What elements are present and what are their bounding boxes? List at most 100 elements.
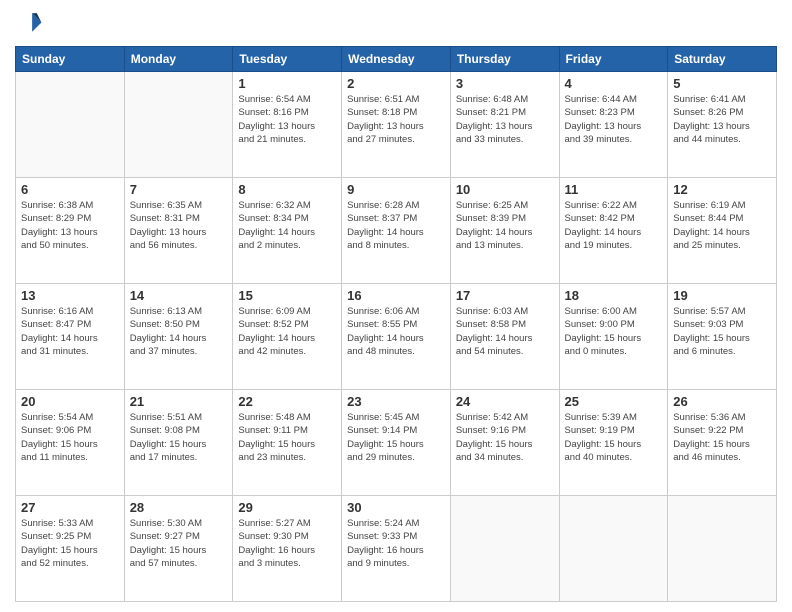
- day-info: Sunrise: 6:54 AM Sunset: 8:16 PM Dayligh…: [238, 93, 336, 146]
- week-row-2: 6Sunrise: 6:38 AM Sunset: 8:29 PM Daylig…: [16, 178, 777, 284]
- day-info: Sunrise: 6:41 AM Sunset: 8:26 PM Dayligh…: [673, 93, 771, 146]
- day-info: Sunrise: 6:16 AM Sunset: 8:47 PM Dayligh…: [21, 305, 119, 358]
- day-info: Sunrise: 6:51 AM Sunset: 8:18 PM Dayligh…: [347, 93, 445, 146]
- day-number: 23: [347, 394, 445, 409]
- page: SundayMondayTuesdayWednesdayThursdayFrid…: [0, 0, 792, 612]
- day-number: 28: [130, 500, 228, 515]
- day-number: 27: [21, 500, 119, 515]
- calendar-cell: 5 Sunrise: 6:41 AM Sunset: 8:26 PM Daylig…: [668, 72, 777, 178]
- day-number: 4: [565, 76, 663, 91]
- day-header-thursday: Thursday: [450, 47, 559, 72]
- calendar-cell: 23 Sunrise: 5:45 AM Sunset: 9:14 PM Dayli…: [342, 390, 451, 496]
- calendar-cell: 30 Sunrise: 5:24 AM Sunset: 9:33 PM Dayli…: [342, 496, 451, 602]
- day-number: 6: [21, 182, 119, 197]
- day-number: 8: [238, 182, 336, 197]
- calendar-cell: 12 Sunrise: 6:19 AM Sunset: 8:44 PM Dayli…: [668, 178, 777, 284]
- day-info: Sunrise: 5:48 AM Sunset: 9:11 PM Dayligh…: [238, 411, 336, 464]
- logo: [15, 10, 47, 38]
- day-info: Sunrise: 6:06 AM Sunset: 8:55 PM Dayligh…: [347, 305, 445, 358]
- day-number: 21: [130, 394, 228, 409]
- calendar-cell: 17 Sunrise: 6:03 AM Sunset: 8:58 PM Dayli…: [450, 284, 559, 390]
- day-info: Sunrise: 5:33 AM Sunset: 9:25 PM Dayligh…: [21, 517, 119, 570]
- calendar-cell: 28 Sunrise: 5:30 AM Sunset: 9:27 PM Dayli…: [124, 496, 233, 602]
- day-number: 13: [21, 288, 119, 303]
- calendar-cell: 10Sunrise: 6:25 AM Sunset: 8:39 PM Dayli…: [450, 178, 559, 284]
- day-number: 9: [347, 182, 445, 197]
- calendar-cell: 15 Sunrise: 6:09 AM Sunset: 8:52 PM Dayli…: [233, 284, 342, 390]
- day-info: Sunrise: 6:19 AM Sunset: 8:44 PM Dayligh…: [673, 199, 771, 252]
- day-header-tuesday: Tuesday: [233, 47, 342, 72]
- calendar-cell: 19Sunrise: 5:57 AM Sunset: 9:03 PM Dayli…: [668, 284, 777, 390]
- day-number: 17: [456, 288, 554, 303]
- week-row-1: 1Sunrise: 6:54 AM Sunset: 8:16 PM Daylig…: [16, 72, 777, 178]
- day-number: 16: [347, 288, 445, 303]
- day-number: 11: [565, 182, 663, 197]
- day-number: 25: [565, 394, 663, 409]
- calendar-cell: 21 Sunrise: 5:51 AM Sunset: 9:08 PM Dayli…: [124, 390, 233, 496]
- week-row-4: 20Sunrise: 5:54 AM Sunset: 9:06 PM Dayli…: [16, 390, 777, 496]
- day-number: 10: [456, 182, 554, 197]
- day-header-friday: Friday: [559, 47, 668, 72]
- calendar-cell: 3 Sunrise: 6:48 AM Sunset: 8:21 PM Daylig…: [450, 72, 559, 178]
- day-info: Sunrise: 6:32 AM Sunset: 8:34 PM Dayligh…: [238, 199, 336, 252]
- calendar-cell: 16 Sunrise: 6:06 AM Sunset: 8:55 PM Dayli…: [342, 284, 451, 390]
- day-info: Sunrise: 6:28 AM Sunset: 8:37 PM Dayligh…: [347, 199, 445, 252]
- day-header-monday: Monday: [124, 47, 233, 72]
- calendar-cell: 18 Sunrise: 6:00 AM Sunset: 9:00 PM Dayli…: [559, 284, 668, 390]
- day-number: 19: [673, 288, 771, 303]
- day-info: Sunrise: 5:30 AM Sunset: 9:27 PM Dayligh…: [130, 517, 228, 570]
- calendar-cell: 27 Sunrise: 5:33 AM Sunset: 9:25 PM Dayli…: [16, 496, 125, 602]
- calendar-cell: 1Sunrise: 6:54 AM Sunset: 8:16 PM Daylig…: [233, 72, 342, 178]
- day-number: 3: [456, 76, 554, 91]
- day-info: Sunrise: 6:35 AM Sunset: 8:31 PM Dayligh…: [130, 199, 228, 252]
- calendar-cell: 7 Sunrise: 6:35 AM Sunset: 8:31 PM Daylig…: [124, 178, 233, 284]
- day-header-saturday: Saturday: [668, 47, 777, 72]
- day-header-wednesday: Wednesday: [342, 47, 451, 72]
- day-number: 22: [238, 394, 336, 409]
- day-info: Sunrise: 6:09 AM Sunset: 8:52 PM Dayligh…: [238, 305, 336, 358]
- calendar-cell: [450, 496, 559, 602]
- calendar-cell: 14Sunrise: 6:13 AM Sunset: 8:50 PM Dayli…: [124, 284, 233, 390]
- day-number: 30: [347, 500, 445, 515]
- calendar-cell: 13 Sunrise: 6:16 AM Sunset: 8:47 PM Dayli…: [16, 284, 125, 390]
- day-info: Sunrise: 6:48 AM Sunset: 8:21 PM Dayligh…: [456, 93, 554, 146]
- day-info: Sunrise: 5:24 AM Sunset: 9:33 PM Dayligh…: [347, 517, 445, 570]
- calendar-cell: 26Sunrise: 5:36 AM Sunset: 9:22 PM Dayli…: [668, 390, 777, 496]
- week-row-5: 27 Sunrise: 5:33 AM Sunset: 9:25 PM Dayli…: [16, 496, 777, 602]
- day-info: Sunrise: 6:00 AM Sunset: 9:00 PM Dayligh…: [565, 305, 663, 358]
- calendar-cell: 22 Sunrise: 5:48 AM Sunset: 9:11 PM Dayli…: [233, 390, 342, 496]
- calendar-header-row: SundayMondayTuesdayWednesdayThursdayFrid…: [16, 47, 777, 72]
- day-number: 14: [130, 288, 228, 303]
- day-header-sunday: Sunday: [16, 47, 125, 72]
- day-info: Sunrise: 5:39 AM Sunset: 9:19 PM Dayligh…: [565, 411, 663, 464]
- calendar-cell: 20Sunrise: 5:54 AM Sunset: 9:06 PM Dayli…: [16, 390, 125, 496]
- calendar-cell: 8 Sunrise: 6:32 AM Sunset: 8:34 PM Daylig…: [233, 178, 342, 284]
- day-info: Sunrise: 5:27 AM Sunset: 9:30 PM Dayligh…: [238, 517, 336, 570]
- calendar-cell: [16, 72, 125, 178]
- calendar-cell: [124, 72, 233, 178]
- calendar-cell: 11 Sunrise: 6:22 AM Sunset: 8:42 PM Dayli…: [559, 178, 668, 284]
- day-info: Sunrise: 5:42 AM Sunset: 9:16 PM Dayligh…: [456, 411, 554, 464]
- day-number: 7: [130, 182, 228, 197]
- day-number: 26: [673, 394, 771, 409]
- calendar-cell: 29 Sunrise: 5:27 AM Sunset: 9:30 PM Dayli…: [233, 496, 342, 602]
- calendar-cell: 9 Sunrise: 6:28 AM Sunset: 8:37 PM Daylig…: [342, 178, 451, 284]
- day-info: Sunrise: 5:51 AM Sunset: 9:08 PM Dayligh…: [130, 411, 228, 464]
- calendar-cell: 2 Sunrise: 6:51 AM Sunset: 8:18 PM Daylig…: [342, 72, 451, 178]
- calendar-cell: 6Sunrise: 6:38 AM Sunset: 8:29 PM Daylig…: [16, 178, 125, 284]
- day-info: Sunrise: 5:45 AM Sunset: 9:14 PM Dayligh…: [347, 411, 445, 464]
- calendar-cell: 25 Sunrise: 5:39 AM Sunset: 9:19 PM Dayli…: [559, 390, 668, 496]
- day-info: Sunrise: 6:03 AM Sunset: 8:58 PM Dayligh…: [456, 305, 554, 358]
- day-number: 5: [673, 76, 771, 91]
- calendar-cell: [668, 496, 777, 602]
- day-number: 24: [456, 394, 554, 409]
- day-info: Sunrise: 6:44 AM Sunset: 8:23 PM Dayligh…: [565, 93, 663, 146]
- calendar-cell: 24 Sunrise: 5:42 AM Sunset: 9:16 PM Dayli…: [450, 390, 559, 496]
- day-number: 15: [238, 288, 336, 303]
- day-info: Sunrise: 6:22 AM Sunset: 8:42 PM Dayligh…: [565, 199, 663, 252]
- day-number: 29: [238, 500, 336, 515]
- day-number: 12: [673, 182, 771, 197]
- day-number: 18: [565, 288, 663, 303]
- calendar-cell: 4 Sunrise: 6:44 AM Sunset: 8:23 PM Daylig…: [559, 72, 668, 178]
- day-number: 2: [347, 76, 445, 91]
